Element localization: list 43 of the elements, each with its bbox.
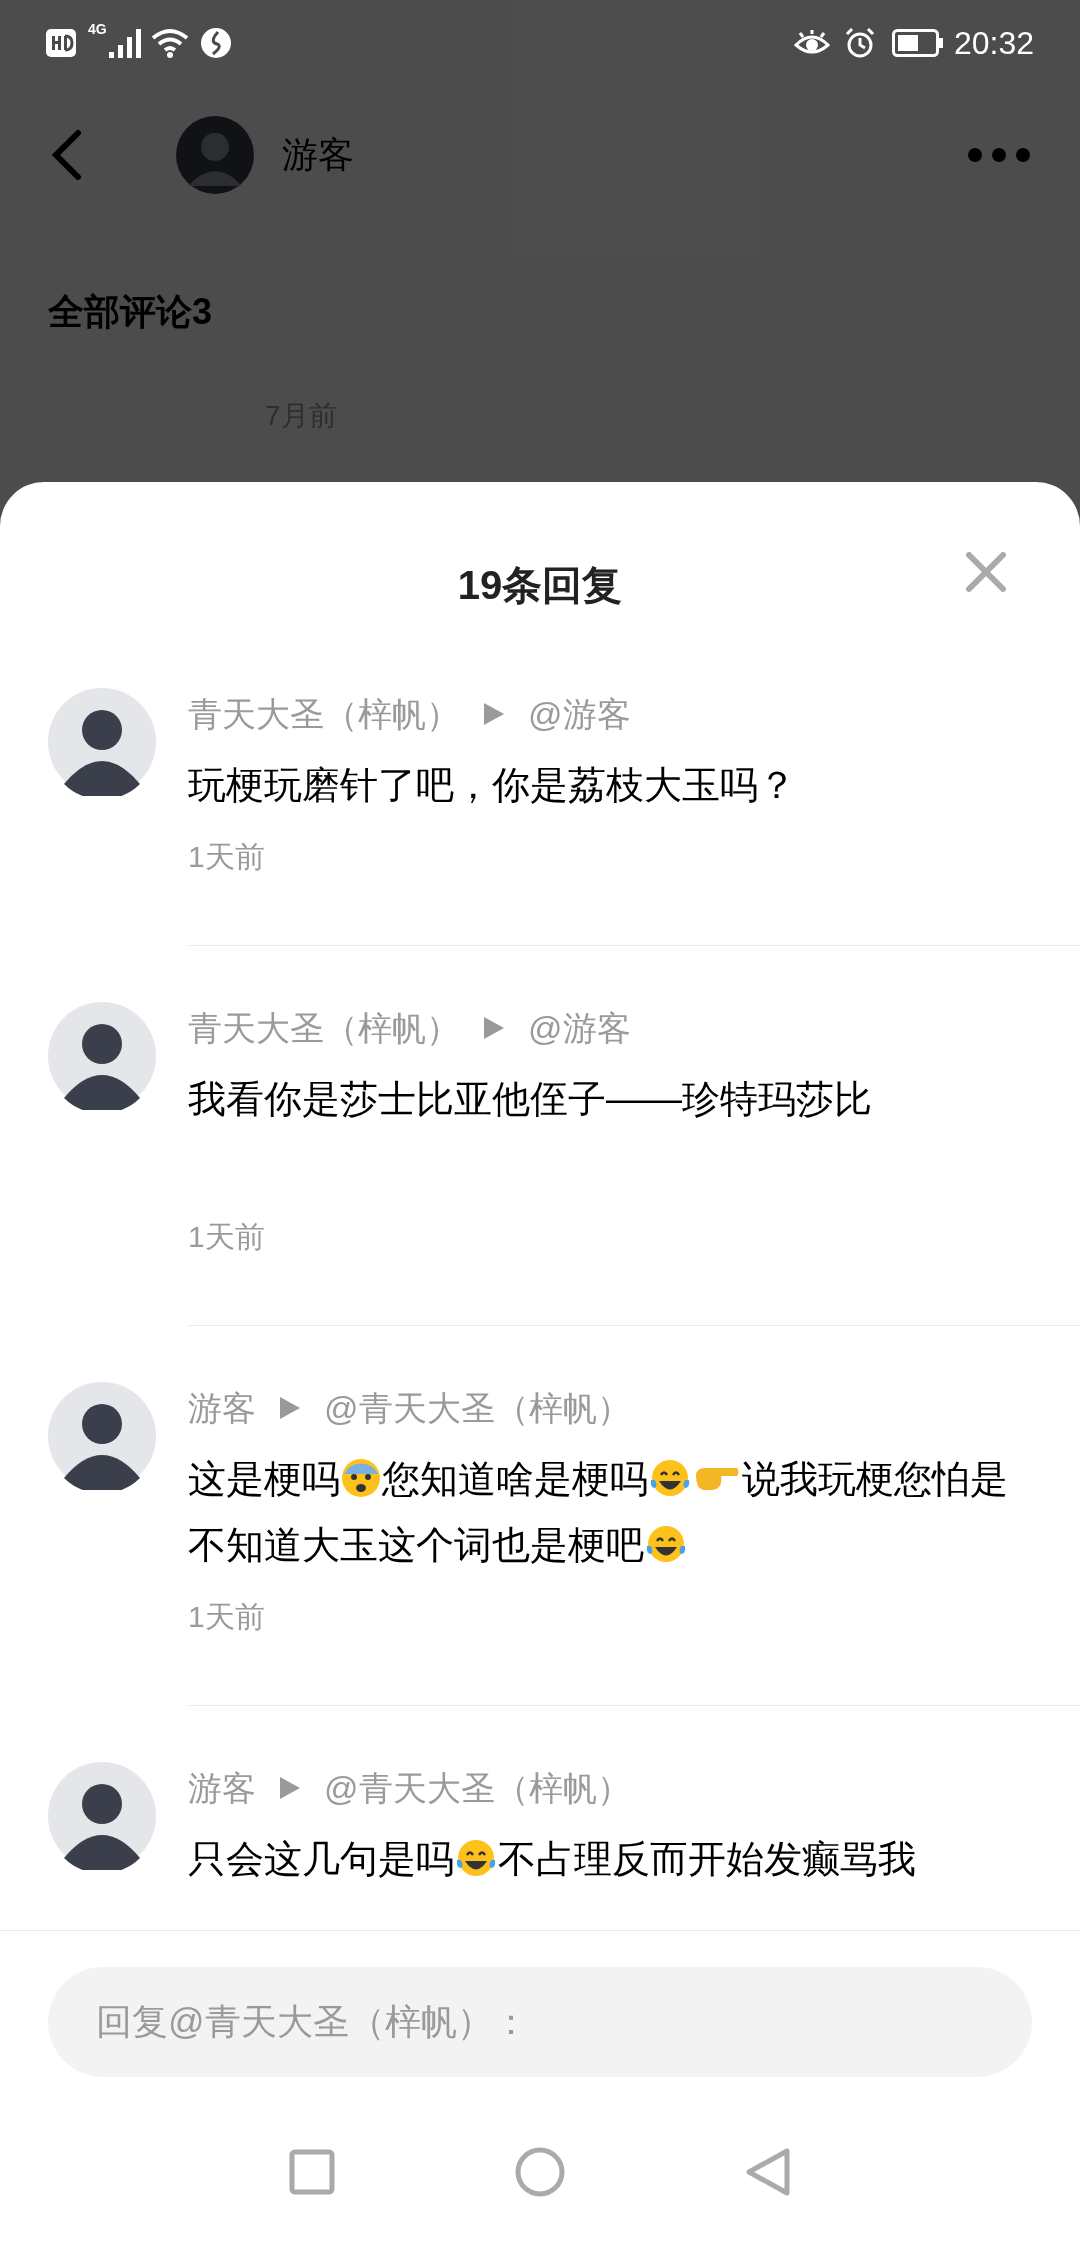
- home-icon[interactable]: [515, 2147, 565, 2197]
- close-icon[interactable]: [966, 552, 1006, 592]
- signal-icon: [108, 27, 141, 58]
- author-name[interactable]: 游客: [188, 1764, 256, 1812]
- laughing-face-icon: [645, 1524, 687, 1564]
- reply-target[interactable]: @游客: [528, 690, 631, 738]
- arrow-icon: [484, 703, 504, 725]
- clock: 20:32: [953, 23, 1034, 63]
- wifi-icon: [150, 27, 189, 58]
- reply-text: 玩梗玩磨针了吧，你是荔枝大玉吗？: [188, 763, 797, 808]
- reply-target[interactable]: @青天大圣（梓帆）: [324, 1384, 631, 1432]
- arrow-icon: [280, 1777, 300, 1799]
- avatar[interactable]: [48, 1002, 156, 1110]
- avatar[interactable]: [48, 688, 156, 796]
- battery-icon: [891, 28, 944, 57]
- reply-input[interactable]: 回复@青天大圣（梓帆）：: [48, 1967, 1032, 2077]
- reply-time: 1天前: [188, 1219, 266, 1255]
- reply-target[interactable]: @青天大圣（梓帆）: [324, 1764, 631, 1812]
- hd-icon: [46, 28, 76, 57]
- laughing-face-icon: [649, 1458, 691, 1498]
- author-name[interactable]: 游客: [188, 1384, 256, 1432]
- reply-text: 只会这几句是吗 不占理反而开始发癫骂我: [188, 1837, 917, 1882]
- reply-text: 这是梗吗 您知道啥是梗吗 说我玩梗您怕是不知道大玉这个词也是梗吧: [188, 1457, 1009, 1568]
- arrow-icon: [280, 1397, 300, 1419]
- author-name[interactable]: 青天大圣（梓帆）: [188, 1004, 460, 1052]
- reply-time: 1天前: [188, 839, 266, 875]
- app-icon: [200, 27, 231, 58]
- laughing-face-icon: [455, 1838, 497, 1878]
- back-icon[interactable]: [745, 2147, 791, 2197]
- sheet-title: 19条回复: [457, 562, 623, 609]
- author-name[interactable]: 青天大圣（梓帆）: [188, 690, 460, 738]
- reply-target[interactable]: @游客: [528, 1004, 631, 1052]
- recents-icon[interactable]: [289, 2149, 335, 2195]
- section-title: 全部评论3: [48, 290, 214, 334]
- avatar[interactable]: [48, 1762, 156, 1870]
- reply-text: 我看你是莎士比亚他侄子——珍特玛莎比: [188, 1077, 873, 1122]
- arrow-icon: [484, 1017, 504, 1039]
- avatar[interactable]: [48, 1382, 156, 1490]
- alarm-icon: [843, 26, 876, 59]
- reply-time: 1天前: [188, 1599, 266, 1635]
- network-type: 4G: [88, 22, 107, 36]
- username: 游客: [282, 133, 354, 177]
- fearful-face-icon: [341, 1458, 381, 1498]
